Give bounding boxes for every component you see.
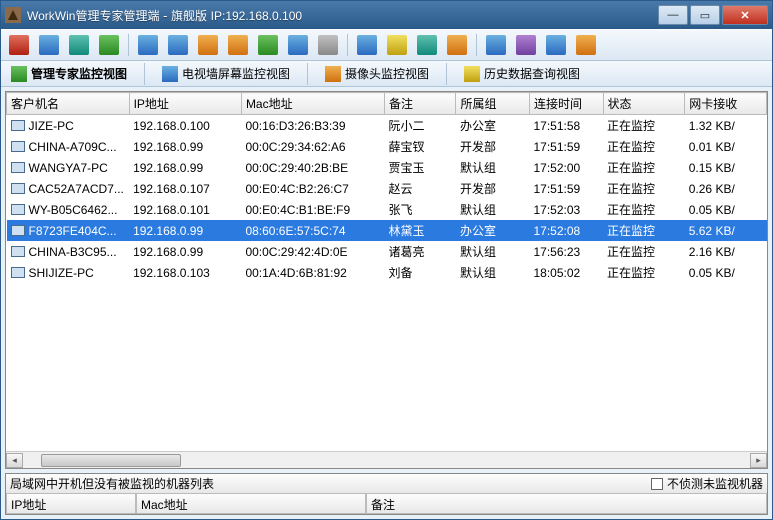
toolbar-button-17[interactable] bbox=[542, 32, 570, 58]
app-icon bbox=[5, 7, 21, 23]
col-status[interactable]: 状态 bbox=[603, 93, 685, 115]
toolbar-button-9[interactable] bbox=[284, 32, 312, 58]
tab-label: 历史数据查询视图 bbox=[484, 65, 580, 82]
toolbar-button-14[interactable] bbox=[443, 32, 471, 58]
toolbar-icon bbox=[288, 35, 308, 55]
toolbar-button-4[interactable] bbox=[134, 32, 162, 58]
toolbar-icon bbox=[576, 35, 596, 55]
table-row[interactable]: WY-B05C6462...192.168.0.10100:E0:4C:B1:B… bbox=[7, 199, 767, 220]
col-mac[interactable]: Mac地址 bbox=[241, 93, 384, 115]
toolbar-button-2[interactable] bbox=[65, 32, 93, 58]
computer-icon bbox=[11, 246, 25, 257]
no-detect-checkbox[interactable]: 不侦测未监视机器 bbox=[651, 475, 763, 492]
table-body: JIZE-PC192.168.0.10000:16:D3:26:B3:39阮小二… bbox=[7, 115, 767, 284]
computer-icon bbox=[11, 267, 25, 278]
toolbar-icon bbox=[258, 35, 278, 55]
client-table: 客户机名 IP地址 Mac地址 备注 所属组 连接时间 状态 网卡接收 JIZE… bbox=[6, 92, 767, 283]
computer-icon bbox=[11, 120, 25, 131]
horizontal-scrollbar[interactable]: ◂ ▸ bbox=[6, 451, 767, 468]
client-table-panel: 客户机名 IP地址 Mac地址 备注 所属组 连接时间 状态 网卡接收 JIZE… bbox=[5, 91, 768, 469]
col-ip[interactable]: IP地址 bbox=[129, 93, 241, 115]
toolbar-icon bbox=[447, 35, 467, 55]
toolbar-icon bbox=[486, 35, 506, 55]
toolbar-button-6[interactable] bbox=[194, 32, 222, 58]
table-row[interactable]: JIZE-PC192.168.0.10000:16:D3:26:B3:39阮小二… bbox=[7, 115, 767, 137]
close-button[interactable]: ✕ bbox=[722, 5, 768, 25]
computer-icon bbox=[11, 141, 25, 152]
tab-wall-icon[interactable]: 电视墙屏幕监控视图 bbox=[158, 63, 294, 84]
camera-icon bbox=[325, 66, 341, 82]
tab-history-icon[interactable]: 历史数据查询视图 bbox=[460, 63, 584, 84]
toolbar-icon bbox=[357, 35, 377, 55]
col-conntime[interactable]: 连接时间 bbox=[529, 93, 603, 115]
toolbar-button-13[interactable] bbox=[413, 32, 441, 58]
toolbar-icon bbox=[228, 35, 248, 55]
bcol-remark[interactable]: 备注 bbox=[366, 494, 767, 514]
toolbar-icon bbox=[99, 35, 119, 55]
unmonitored-heading: 局域网中开机但没有被监视的机器列表 bbox=[10, 475, 651, 492]
tab-camera-icon[interactable]: 摄像头监控视图 bbox=[321, 63, 433, 84]
wall-icon bbox=[162, 66, 178, 82]
window-title: WorkWin管理专家管理端 - 旗舰版 IP:192.168.0.100 bbox=[27, 7, 656, 24]
toolbar-button-8[interactable] bbox=[254, 32, 282, 58]
toolbar-icon bbox=[168, 35, 188, 55]
scroll-left-button[interactable]: ◂ bbox=[6, 453, 23, 468]
table-header[interactable]: 客户机名 IP地址 Mac地址 备注 所属组 连接时间 状态 网卡接收 bbox=[7, 93, 767, 115]
col-netrecv[interactable]: 网卡接收 bbox=[685, 93, 767, 115]
tab-label: 电视墙屏幕监控视图 bbox=[182, 65, 290, 82]
toolbar-button-16[interactable] bbox=[512, 32, 540, 58]
toolbar-button-12[interactable] bbox=[383, 32, 411, 58]
table-row[interactable]: CHINA-A709C...192.168.0.9900:0C:29:34:62… bbox=[7, 136, 767, 157]
tab-monitor-icon[interactable]: 管理专家监控视图 bbox=[7, 63, 131, 84]
toolbar-icon bbox=[417, 35, 437, 55]
col-client[interactable]: 客户机名 bbox=[7, 93, 130, 115]
toolbar-button-7[interactable] bbox=[224, 32, 252, 58]
toolbar-button-11[interactable] bbox=[353, 32, 381, 58]
toolbar-icon bbox=[387, 35, 407, 55]
toolbar-button-15[interactable] bbox=[482, 32, 510, 58]
toolbar-button-3[interactable] bbox=[95, 32, 123, 58]
tab-label: 摄像头监控视图 bbox=[345, 65, 429, 82]
toolbar-button-0[interactable] bbox=[5, 32, 33, 58]
computer-icon bbox=[11, 162, 25, 173]
toolbar-button-1[interactable] bbox=[35, 32, 63, 58]
toolbar-icon bbox=[198, 35, 218, 55]
titlebar[interactable]: WorkWin管理专家管理端 - 旗舰版 IP:192.168.0.100 — … bbox=[1, 1, 772, 29]
view-tabbar: 管理专家监控视图 电视墙屏幕监控视图 摄像头监控视图 历史数据查询视图 bbox=[1, 61, 772, 87]
col-group[interactable]: 所属组 bbox=[456, 93, 530, 115]
toolbar-button-5[interactable] bbox=[164, 32, 192, 58]
toolbar-icon bbox=[69, 35, 89, 55]
tab-label: 管理专家监控视图 bbox=[31, 65, 127, 82]
bcol-mac[interactable]: Mac地址 bbox=[136, 494, 366, 514]
toolbar-icon bbox=[138, 35, 158, 55]
scroll-thumb[interactable] bbox=[41, 454, 181, 467]
toolbar-icon bbox=[318, 35, 338, 55]
toolbar-icon bbox=[39, 35, 59, 55]
toolbar-icon bbox=[9, 35, 29, 55]
table-row[interactable]: F8723FE404C...192.168.0.9908:60:6E:57:5C… bbox=[7, 220, 767, 241]
bcol-ip[interactable]: IP地址 bbox=[6, 494, 136, 514]
maximize-button[interactable]: ▭ bbox=[690, 5, 720, 25]
main-window: WorkWin管理专家管理端 - 旗舰版 IP:192.168.0.100 — … bbox=[0, 0, 773, 520]
col-remark[interactable]: 备注 bbox=[384, 93, 456, 115]
table-row[interactable]: CAC52A7ACD7...192.168.0.10700:E0:4C:B2:2… bbox=[7, 178, 767, 199]
minimize-button[interactable]: — bbox=[658, 5, 688, 25]
table-row[interactable]: SHIJIZE-PC192.168.0.10300:1A:4D:6B:81:92… bbox=[7, 262, 767, 283]
scroll-right-button[interactable]: ▸ bbox=[750, 453, 767, 468]
toolbar bbox=[1, 29, 772, 61]
monitor-icon bbox=[11, 66, 27, 82]
computer-icon bbox=[11, 183, 25, 194]
toolbar-button-18[interactable] bbox=[572, 32, 600, 58]
unmonitored-panel: 局域网中开机但没有被监视的机器列表 不侦测未监视机器 IP地址 Mac地址 备注 bbox=[5, 473, 768, 515]
toolbar-button-10[interactable] bbox=[314, 32, 342, 58]
history-icon bbox=[464, 66, 480, 82]
computer-icon bbox=[11, 225, 25, 236]
computer-icon bbox=[11, 204, 25, 215]
table-row[interactable]: CHINA-B3C95...192.168.0.9900:0C:29:42:4D… bbox=[7, 241, 767, 262]
toolbar-icon bbox=[516, 35, 536, 55]
table-row[interactable]: WANGYA7-PC192.168.0.9900:0C:29:40:2B:BE贾… bbox=[7, 157, 767, 178]
toolbar-icon bbox=[546, 35, 566, 55]
